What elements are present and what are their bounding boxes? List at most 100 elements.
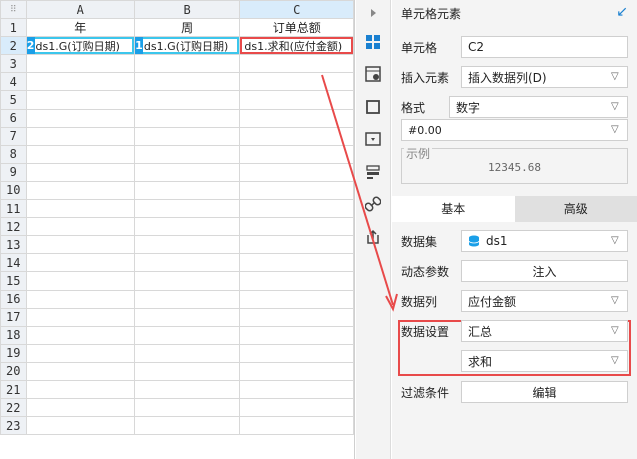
row-header[interactable]: 19 [0,343,27,363]
cell-c1[interactable]: 订单总额 [239,18,354,38]
empty-cell[interactable] [133,253,241,273]
empty-cell[interactable] [133,271,241,291]
cell-c2[interactable]: ds1.求和(应付金额) [239,36,354,56]
export-icon[interactable] [364,228,382,246]
row-header[interactable]: 1 [0,18,27,38]
aggregate-select[interactable]: 求和 ▽ [461,350,628,372]
empty-cell[interactable] [239,199,354,219]
select-all-corner[interactable]: ⠿ [0,0,27,20]
empty-cell[interactable] [239,343,354,363]
empty-cell[interactable] [133,54,241,74]
empty-cell[interactable] [133,325,241,345]
format-select[interactable]: 数字 ▽ [449,96,628,118]
row-header[interactable]: 11 [0,199,27,219]
row-header[interactable]: 16 [0,289,27,309]
empty-cell[interactable] [133,90,241,110]
empty-cell[interactable] [239,217,354,237]
collapse-arrow-icon[interactable]: ↙ [616,4,628,20]
empty-cell[interactable] [133,144,241,164]
row-header[interactable]: 7 [0,126,27,146]
empty-cell[interactable] [133,180,241,201]
format-pattern-select[interactable]: #0.00 ▽ [401,119,628,141]
column-header-b[interactable]: B [133,0,241,20]
data-setting-select[interactable]: 汇总 ▽ [461,320,628,342]
row-header[interactable]: 8 [0,144,27,164]
empty-cell[interactable] [25,416,135,436]
empty-cell[interactable] [25,54,135,74]
empty-cell[interactable] [133,361,241,381]
empty-cell[interactable] [239,325,354,345]
empty-cell[interactable] [133,289,241,309]
row-header[interactable]: 4 [0,72,27,92]
empty-cell[interactable] [25,90,135,110]
row-header[interactable]: 23 [0,416,27,436]
cell-b1[interactable]: 周 [133,18,241,38]
empty-cell[interactable] [25,398,135,418]
empty-cell[interactable] [25,325,135,345]
tab-advanced[interactable]: 高级 [514,196,637,222]
empty-cell[interactable] [25,180,135,201]
empty-cell[interactable] [25,289,135,309]
empty-cell[interactable] [239,72,354,92]
row-header[interactable]: 13 [0,235,27,255]
link-icon[interactable] [364,195,382,213]
empty-cell[interactable] [133,126,241,146]
row-header[interactable]: 15 [0,271,27,291]
empty-cell[interactable] [133,235,241,255]
empty-cell[interactable] [133,398,241,418]
data-column-select[interactable]: 应付金额 ▽ [461,290,628,312]
edit-filter-button[interactable]: 编辑 [461,381,628,403]
empty-cell[interactable] [239,361,354,381]
empty-cell[interactable] [239,108,354,128]
empty-cell[interactable] [133,343,241,363]
empty-cell[interactable] [133,307,241,327]
empty-cell[interactable] [133,108,241,128]
row-header[interactable]: 9 [0,162,27,182]
empty-cell[interactable] [133,162,241,182]
column-header-a[interactable]: A [25,0,135,20]
column-header-c[interactable]: C [239,0,354,20]
empty-cell[interactable] [239,289,354,309]
empty-cell[interactable] [25,72,135,92]
empty-cell[interactable] [133,72,241,92]
cell-attribute-icon[interactable] [364,65,382,83]
row-header[interactable]: 2 [0,36,27,56]
square-icon[interactable] [364,98,382,116]
insert-element-select[interactable]: 插入数据列(D) ▽ [461,66,628,88]
inject-button[interactable]: 注入 [461,260,628,282]
empty-cell[interactable] [239,144,354,164]
grid-icon[interactable] [364,33,382,51]
empty-cell[interactable] [239,162,354,182]
empty-cell[interactable] [25,361,135,381]
empty-cell[interactable] [25,199,135,219]
empty-cell[interactable] [25,379,135,400]
empty-cell[interactable] [25,235,135,255]
row-header[interactable]: 21 [0,379,27,400]
empty-cell[interactable] [239,90,354,110]
tab-basic[interactable]: 基本 [392,196,515,222]
empty-cell[interactable] [239,235,354,255]
row-header[interactable]: 5 [0,90,27,110]
dataset-select[interactable]: ds1 ▽ [461,230,628,252]
empty-cell[interactable] [25,343,135,363]
empty-cell[interactable] [25,217,135,237]
empty-cell[interactable] [25,307,135,327]
row-header[interactable]: 3 [0,54,27,74]
cell-input[interactable]: C2 [461,36,628,58]
empty-cell[interactable] [133,199,241,219]
cell-a2[interactable]: 2 ds1.G(订购日期) [25,36,135,56]
empty-cell[interactable] [133,379,241,400]
cell-b2[interactable]: 1 ds1.G(订购日期) [133,36,241,56]
empty-cell[interactable] [25,162,135,182]
empty-cell[interactable] [239,307,354,327]
cell-a1[interactable]: 年 [25,18,135,38]
row-header[interactable]: 22 [0,398,27,418]
empty-cell[interactable] [239,54,354,74]
empty-cell[interactable] [239,180,354,201]
empty-cell[interactable] [25,108,135,128]
list-icon[interactable] [364,163,382,181]
row-header[interactable]: 20 [0,361,27,381]
empty-cell[interactable] [25,144,135,164]
empty-cell[interactable] [25,271,135,291]
chevron-right-icon[interactable] [364,4,382,22]
